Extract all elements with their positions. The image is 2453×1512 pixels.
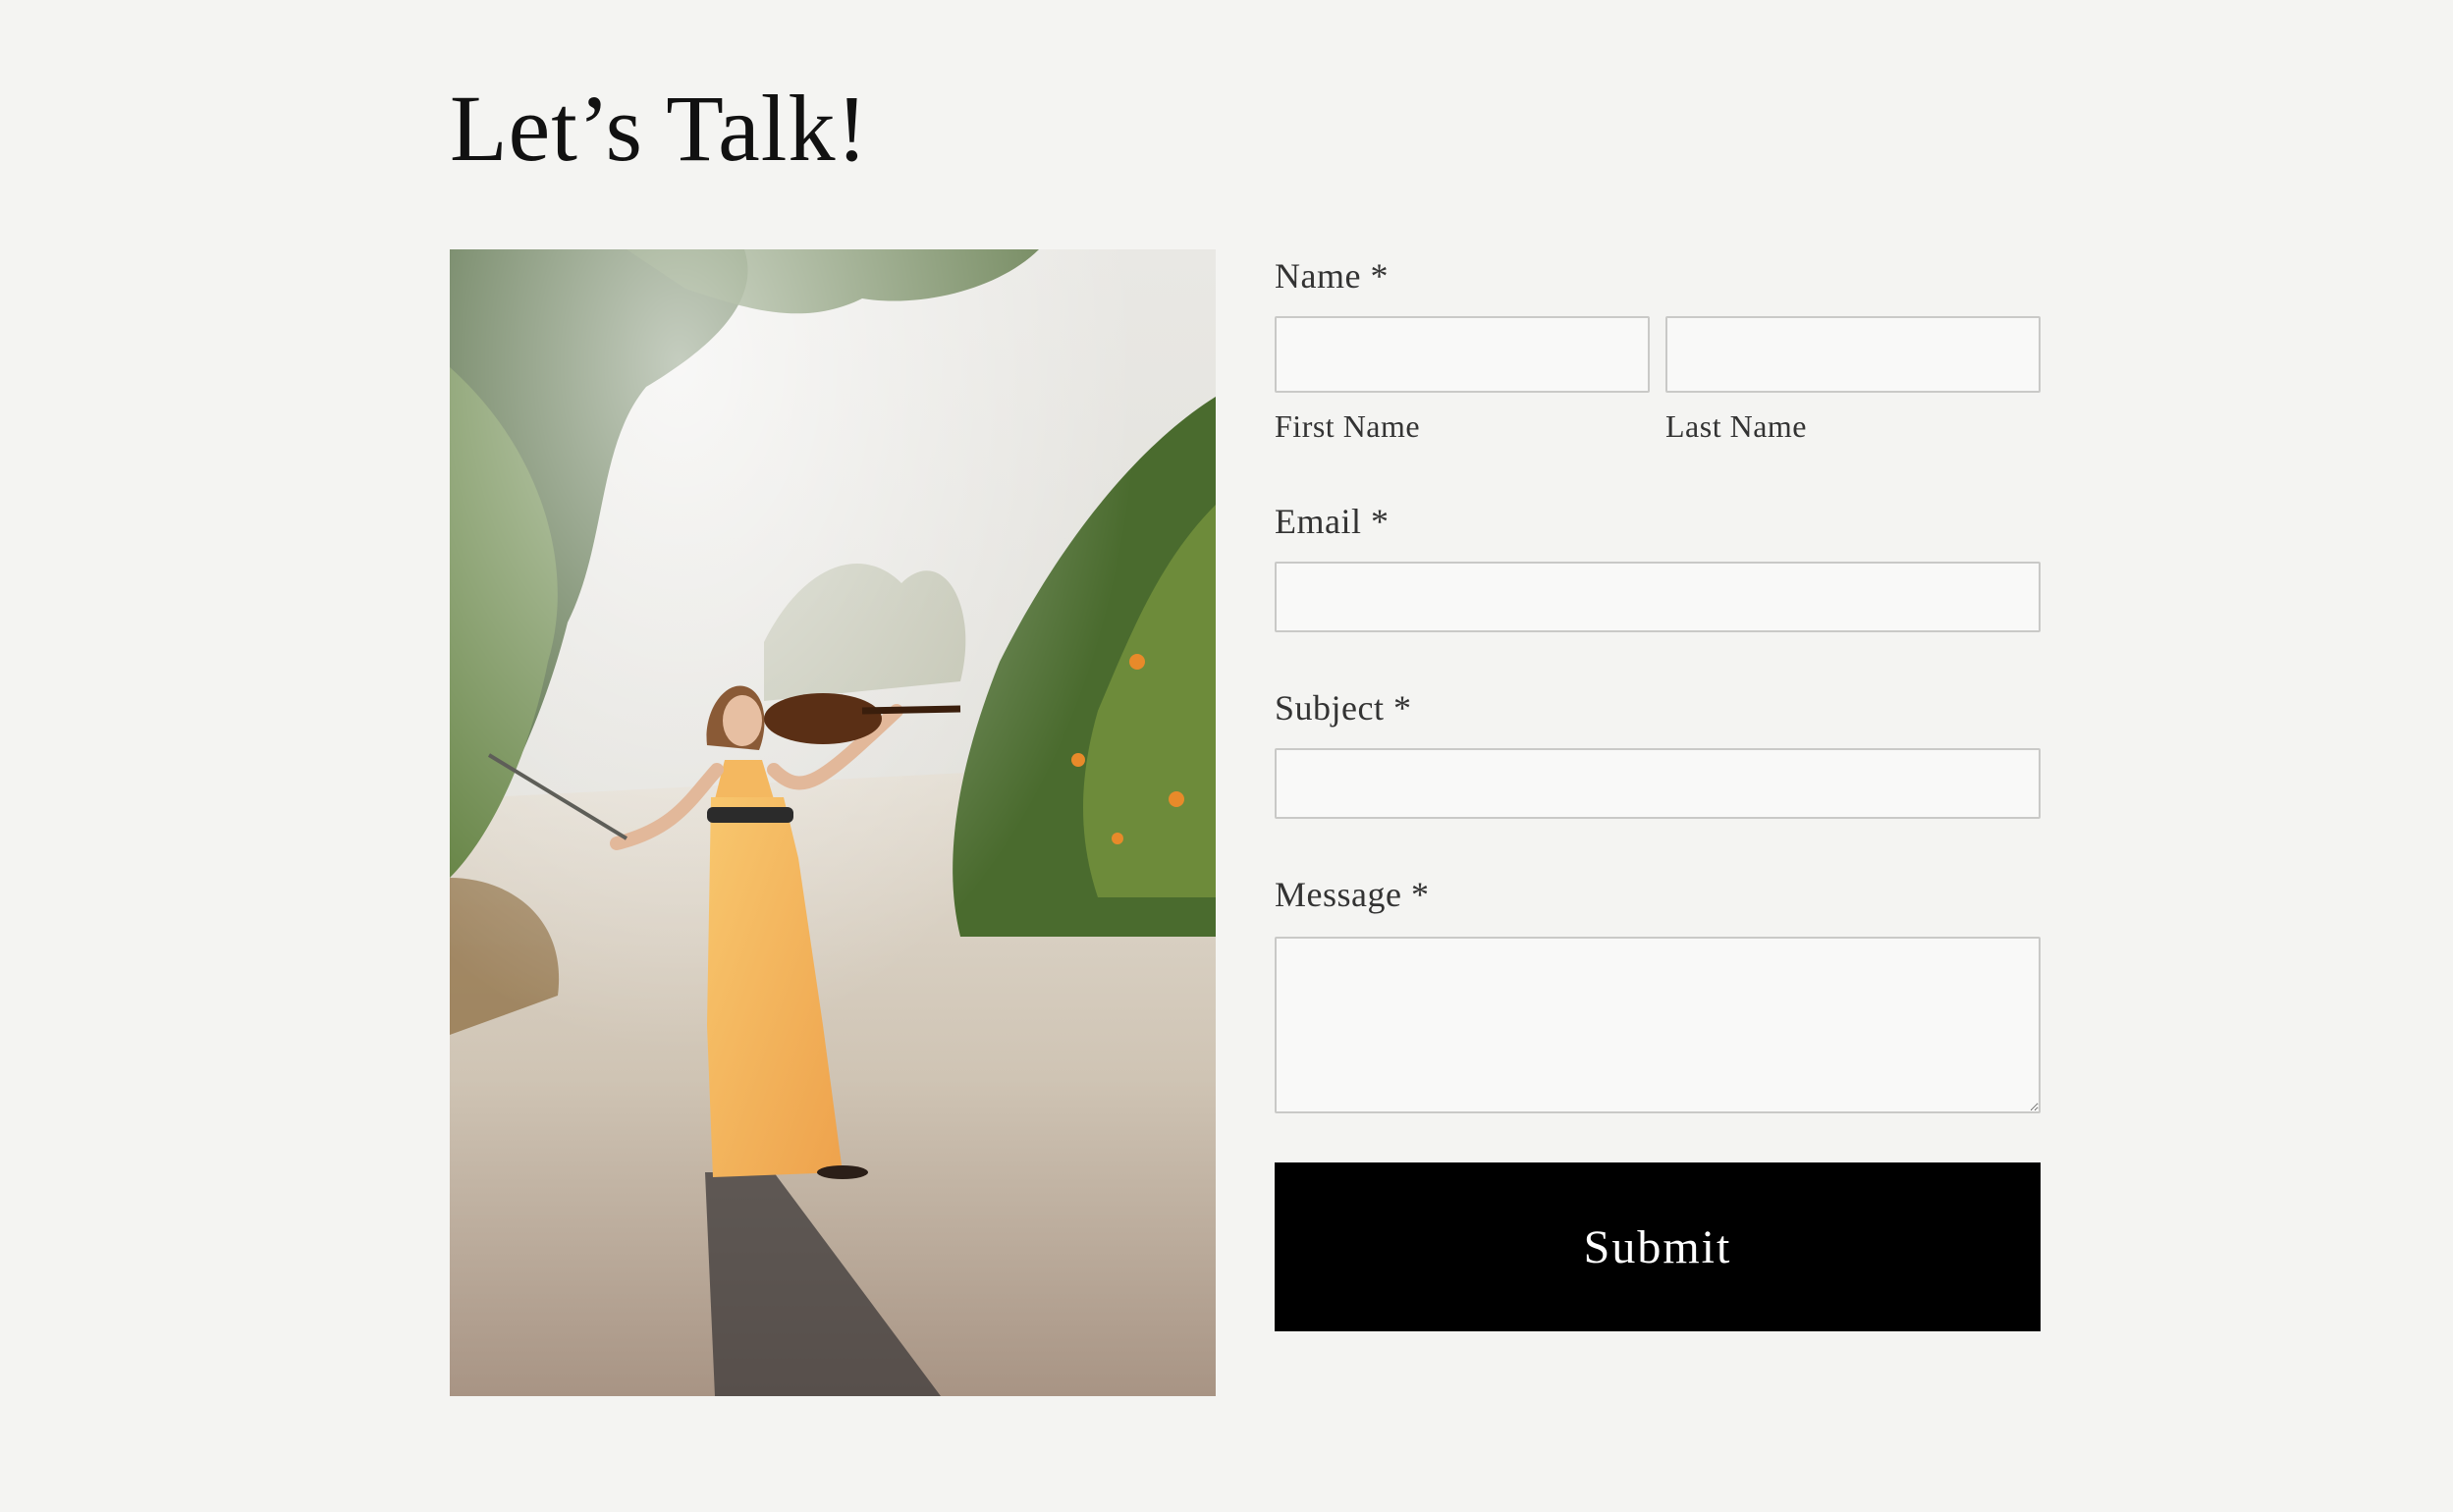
last-name-sublabel: Last Name [1665,408,1807,444]
name-label: Name * [1275,256,1389,296]
first-name-input[interactable] [1275,316,1650,393]
first-name-sublabel: First Name [1275,408,1421,444]
page-title: Let’s Talk! [450,76,869,181]
subject-label: Subject * [1275,688,1412,728]
email-input[interactable] [1275,562,2041,632]
violinist-photo [450,249,1216,1396]
submit-button[interactable]: Submit [1275,1162,2041,1331]
subject-input[interactable] [1275,748,2041,819]
last-name-input[interactable] [1665,316,2041,393]
email-label: Email * [1275,502,1390,541]
message-textarea[interactable] [1275,937,2041,1113]
message-label: Message * [1275,875,1430,914]
